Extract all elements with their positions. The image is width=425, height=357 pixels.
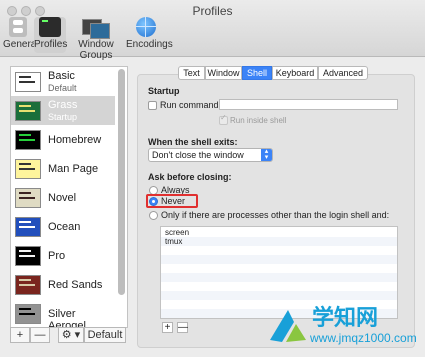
watermark-url: www.jmqz1000.com [310,331,417,345]
run-inside-shell-label: Run inside shell [230,116,287,125]
run-command-label: Run command: [160,100,222,110]
titlebar: Profiles General Profiles Window Groups [0,0,425,61]
profiles-window: Profiles General Profiles Window Groups [0,0,425,357]
list-item-empty [161,264,397,273]
profile-actions-gear-button[interactable]: ⚙ ▾ [58,327,84,343]
run-command-checkbox[interactable] [148,101,157,110]
watermark-logo-icon [270,310,306,342]
tab-window[interactable]: Window [205,66,242,80]
profile-name: Novel [48,192,77,204]
list-item[interactable]: screen [161,228,397,237]
remove-profile-button[interactable]: — [30,327,50,343]
profile-subtitle: Default [48,83,77,93]
watermark: 学知网 www.jmqz1000.com [262,300,422,352]
profile-item-pro[interactable]: Pro [11,241,115,270]
profile-name: Basic [48,70,75,82]
profile-item-man-page[interactable]: Man Page [11,154,115,183]
window-title: Profiles [192,4,233,18]
profile-thumbnail [15,72,41,92]
watermark-text: 学知网 [312,306,379,331]
radio-never[interactable] [149,197,158,206]
profile-item-basic[interactable]: Basic Default [11,67,115,96]
radio-only-if-label: Only if there are processes other than t… [161,210,390,220]
ask-before-closing-heading: Ask before closing: [148,172,232,182]
tab-advanced[interactable]: Advanced [318,66,368,80]
profile-name: Pro [48,250,66,262]
list-item-empty [161,291,397,300]
list-item[interactable]: tmux [161,237,397,246]
profile-thumbnail [15,217,41,237]
profile-list-footer: + — ⚙ ▾ Default [10,327,126,344]
profile-thumbnail [15,159,41,179]
globe-icon [136,17,156,37]
profile-item-red-sands[interactable]: Red Sands [11,270,115,299]
add-process-button[interactable]: + [162,322,173,333]
radio-only-if[interactable] [149,211,158,220]
list-item-empty [161,246,397,255]
profile-thumbnail [15,304,41,324]
profile-subtitle: Startup [48,112,78,122]
profile-name: Man Page [48,163,99,175]
add-profile-button[interactable]: + [10,327,30,343]
profile-thumbnail [15,275,41,295]
profile-thumbnail [15,246,41,266]
toolbar-encodings[interactable]: Encodings [126,17,173,53]
switch-icon [9,17,27,37]
toolbar-encodings-label: Encodings [126,39,173,50]
remove-process-button[interactable]: — [177,322,188,333]
profile-name: Red Sands [48,279,103,291]
startup-heading: Startup [148,86,180,96]
profile-item-grass[interactable]: Grass Startup [11,96,115,125]
list-item-empty [161,282,397,291]
profile-name: Grass [48,99,78,111]
profile-name: Silver Aerogel [48,308,86,328]
set-default-button[interactable]: Default [84,327,126,343]
tab-shell[interactable]: Shell [242,66,272,80]
toolbar-window-groups-label: Window Groups [78,39,114,61]
profile-item-ocean[interactable]: Ocean [11,212,115,241]
shell-exit-popup[interactable]: Don't close the window ▴ ▾ [148,148,273,162]
profile-item-silver-aerogel[interactable]: Silver Aerogel [11,299,115,328]
profile-name: Homebrew [48,134,102,146]
list-item-empty [161,273,397,282]
toolbar-window-groups[interactable]: Window Groups [67,17,125,61]
profile-thumbnail [15,188,41,208]
profile-item-novel[interactable]: Novel [11,183,115,212]
window-groups-icon [82,17,110,39]
radio-never-label: Never [161,196,186,206]
updown-arrows-icon: ▴ ▾ [261,148,272,161]
tab-text[interactable]: Text [178,66,205,80]
list-item-empty [161,255,397,264]
profile-list-scrollbar[interactable] [118,69,125,295]
terminal-icon [39,17,61,37]
profile-thumbnail [15,101,41,121]
profile-thumbnail [15,130,41,150]
checkmark-icon: ✓ [220,113,227,122]
toolbar-general[interactable]: General [3,17,39,53]
toolbar-profiles[interactable]: Profiles [34,17,68,53]
profile-name: Ocean [48,221,81,233]
toolbar-profiles-label: Profiles [34,39,68,50]
shell-exit-popup-value: Don't close the window [152,150,244,160]
exit-heading: When the shell exits: [148,137,238,147]
run-command-field[interactable] [219,99,398,110]
profile-list[interactable]: Basic Default Grass Startup Homebrew Man [10,66,128,328]
tab-keyboard[interactable]: Keyboard [272,66,318,80]
profile-item-homebrew[interactable]: Homebrew [11,125,115,154]
